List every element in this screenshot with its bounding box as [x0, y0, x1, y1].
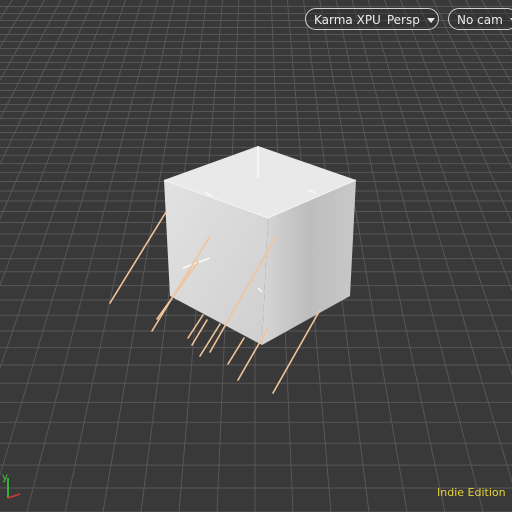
camera-menu[interactable]: No cam — [448, 8, 512, 30]
view-label: Persp — [386, 13, 420, 27]
camera-label: No cam — [457, 13, 503, 27]
edition-label: Indie Edition — [437, 486, 506, 499]
x-axis-line — [7, 493, 21, 499]
renderer-menu[interactable]: Karma XPU Persp — [305, 8, 439, 30]
hair-strand — [109, 211, 167, 304]
renderer-label: Karma XPU — [314, 13, 381, 27]
axis-gizmo-icon: y — [2, 472, 21, 499]
hair-strand — [227, 337, 245, 365]
scene-render — [0, 0, 512, 512]
chevron-down-icon — [426, 18, 435, 23]
scene-viewport[interactable]: Karma XPU Persp No cam y Indie Edition — [0, 0, 512, 512]
axis-y-label: y — [2, 472, 8, 483]
